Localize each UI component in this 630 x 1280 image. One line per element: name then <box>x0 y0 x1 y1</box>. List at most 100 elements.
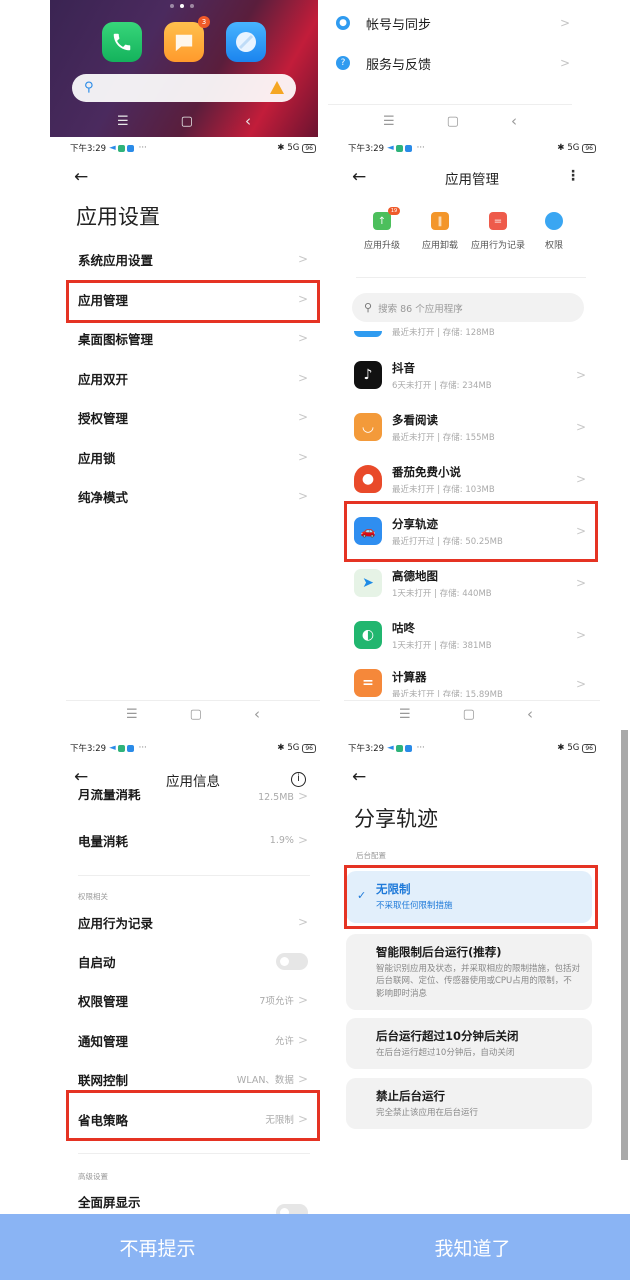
home-search-bar[interactable]: ⚲ <box>72 74 296 102</box>
settings-item-system-apps[interactable]: 系统应用设置 > <box>66 240 320 278</box>
option-desc: 智能识别应用及状态，并采取相应的限制措施，包括对后台联网、定位、传感器使用或CP… <box>376 964 581 999</box>
quick-action-behavior-log[interactable]: = 应用行为记录 <box>468 212 528 251</box>
back-nav-button[interactable]: ‹ <box>245 112 251 130</box>
settings-item-battery-usage[interactable]: 电量消耗 1.9% > <box>66 821 320 859</box>
item-value: WLAN、数据 <box>236 1075 294 1086</box>
item-value: 允许 <box>274 1036 294 1047</box>
app-list-item[interactable]: ● 番茄免费小说 最近未打开 | 存储: 103MB > <box>354 453 586 505</box>
app-list-item[interactable]: = 计算器 最近未打开 | 存储: 15.89MB > <box>354 661 586 697</box>
bluetooth-icon: ✱ <box>557 143 565 153</box>
chevron-right-icon: > <box>297 1072 308 1086</box>
app-meta: 6天未打开 | 存储: 234MB <box>392 380 492 391</box>
back-nav-button[interactable]: ‹ <box>511 112 517 130</box>
app-list-item[interactable]: ◡ 多看阅读 最近未打开 | 存储: 155MB > <box>354 401 586 453</box>
bluetooth-icon: ✱ <box>557 743 565 753</box>
more-options-icon[interactable]: ⋮ <box>566 168 580 184</box>
amap-app-icon: ➤ <box>354 569 382 597</box>
home-nav-button[interactable]: ▢ <box>447 114 459 129</box>
status-bar: 下午3:29 ◄ ··· ✱ 5G 96 <box>70 141 316 155</box>
assistant-icon[interactable] <box>270 81 284 94</box>
settings-item-fullscreen[interactable]: 全面屏显示 <box>66 1182 320 1217</box>
item-label: 应用双开 <box>78 371 129 387</box>
quick-action-uninstall[interactable]: ‖ 应用卸载 <box>410 212 470 251</box>
settings-item-autostart[interactable]: 自启动 <box>66 942 320 980</box>
app-meta: 1天未打开 | 存储: 381MB <box>392 640 492 651</box>
settings-item-permission-mgmt[interactable]: 权限管理 7项允许 > <box>66 981 320 1019</box>
quick-action-app-upgrade[interactable]: ↑ 19 应用升级 <box>352 207 412 251</box>
status-bar: 下午3:29 ◄ ··· ✱ 5G 96 <box>348 741 596 755</box>
list-item-account-sync[interactable]: ● 帐号与同步 > <box>336 8 570 38</box>
bottom-action-bar: 不再提示 我知道了 <box>0 1214 630 1280</box>
divider <box>328 104 572 105</box>
settings-item-desktop-icons[interactable]: 桌面图标管理 > <box>66 319 320 357</box>
battery-icon: 96 <box>582 143 596 153</box>
item-label: 系统应用设置 <box>78 252 154 268</box>
phone-app-icon[interactable] <box>102 22 142 62</box>
option-forbid-background[interactable]: 禁止后台运行 完全禁止该应用在后台运行 <box>346 1078 592 1130</box>
quick-action-label: 应用卸载 <box>421 241 458 251</box>
chevron-right-icon: > <box>559 16 570 30</box>
quick-action-permissions[interactable]: 权限 <box>524 212 584 251</box>
item-label: 桌面图标管理 <box>78 331 154 347</box>
search-icon: ⚲ <box>84 80 94 95</box>
more-notifications-icon: ··· <box>138 743 147 753</box>
upgrade-count-badge: 19 <box>388 207 400 215</box>
divider <box>78 875 310 876</box>
item-label: 权限管理 <box>78 993 129 1009</box>
browser-app-icon[interactable] <box>226 22 266 62</box>
notification-icon <box>404 144 412 152</box>
dont-remind-button[interactable]: 不再提示 <box>0 1214 315 1280</box>
settings-item-permissions[interactable]: 授权管理 > <box>66 398 320 436</box>
chevron-right-icon: > <box>575 677 586 691</box>
app-list-item[interactable]: ◐ 咕咚 1天未打开 | 存储: 381MB > <box>354 609 586 661</box>
app-meta: 最近未打开 | 存储: 103MB <box>392 484 495 495</box>
option-desc: 在后台运行超过10分钟后，自动关闭 <box>376 1048 515 1058</box>
app-list-item[interactable]: ♪ 抖音 6天未打开 | 存储: 234MB > <box>354 349 586 401</box>
nav-bar: ☰ ▢ ‹ <box>66 703 320 725</box>
menu-nav-button[interactable]: ☰ <box>383 114 395 129</box>
app-meta: 1天未打开 | 存储: 440MB <box>392 588 492 599</box>
status-bar: 下午3:29 ◄ ··· ✱ 5G 96 <box>348 141 596 155</box>
divider <box>356 277 586 278</box>
settings-item-pure-mode[interactable]: 纯净模式 > <box>66 477 320 515</box>
option-smart-restrict[interactable]: 智能限制后台运行(推荐) 智能识别应用及状态，并采取相应的限制措施，包括对后台联… <box>346 934 592 1010</box>
signal-icon: 5G <box>567 743 580 753</box>
got-it-button[interactable]: 我知道了 <box>315 1214 630 1280</box>
menu-nav-button[interactable]: ☰ <box>117 114 129 129</box>
settings-item-behavior-log[interactable]: 应用行为记录 > <box>66 903 320 941</box>
autostart-toggle[interactable] <box>276 952 308 970</box>
back-button[interactable]: ← <box>352 767 366 787</box>
home-nav-button[interactable]: ▢ <box>181 114 193 129</box>
home-nav-button[interactable]: ▢ <box>190 707 202 722</box>
chevron-right-icon: > <box>297 331 308 345</box>
back-nav-button[interactable]: ‹ <box>527 705 533 723</box>
messages-app-icon[interactable]: 3 <box>164 16 210 62</box>
nav-bar: ☰ ▢ ‹ <box>328 110 572 132</box>
page-scrollbar[interactable] <box>621 730 628 1160</box>
settings-item-app-lock[interactable]: 应用锁 > <box>66 438 320 476</box>
app-list-item[interactable]: ➤ 高德地图 1天未打开 | 存储: 440MB > <box>354 557 586 609</box>
notification-icon <box>395 744 403 752</box>
chevron-right-icon: > <box>559 56 570 70</box>
back-button[interactable]: ← <box>74 167 88 187</box>
back-nav-button[interactable]: ‹ <box>254 705 260 723</box>
option-close-after-10min[interactable]: 后台运行超过10分钟后关闭 在后台运行超过10分钟后，自动关闭 <box>346 1018 592 1070</box>
list-item-service-feedback[interactable]: ? 服务与反馈 > <box>336 48 570 78</box>
settings-item-notifications[interactable]: 通知管理 允许 > <box>66 1021 320 1059</box>
menu-nav-button[interactable]: ☰ <box>399 707 411 722</box>
page-indicator <box>170 4 194 8</box>
settings-item-monthly-data[interactable]: 月流量消耗 12.5MB > <box>66 789 320 803</box>
notification-icon <box>126 744 134 752</box>
list-item-partial[interactable]: 最近未打开 | 存储: 128MB <box>354 327 586 337</box>
info-icon[interactable]: i <box>291 772 306 787</box>
app-search-input[interactable]: ⚲ 搜索 86 个应用程序 <box>352 293 584 322</box>
chevron-right-icon: > <box>297 371 308 385</box>
trash-icon: ‖ <box>431 212 449 230</box>
menu-nav-button[interactable]: ☰ <box>126 707 138 722</box>
item-label: 月流量消耗 <box>78 789 141 802</box>
settings-item-dual-apps[interactable]: 应用双开 > <box>66 359 320 397</box>
highlight-box <box>344 865 598 929</box>
browser-icon <box>236 32 256 52</box>
fanqie-app-icon: ● <box>354 465 382 493</box>
home-nav-button[interactable]: ▢ <box>463 707 475 722</box>
